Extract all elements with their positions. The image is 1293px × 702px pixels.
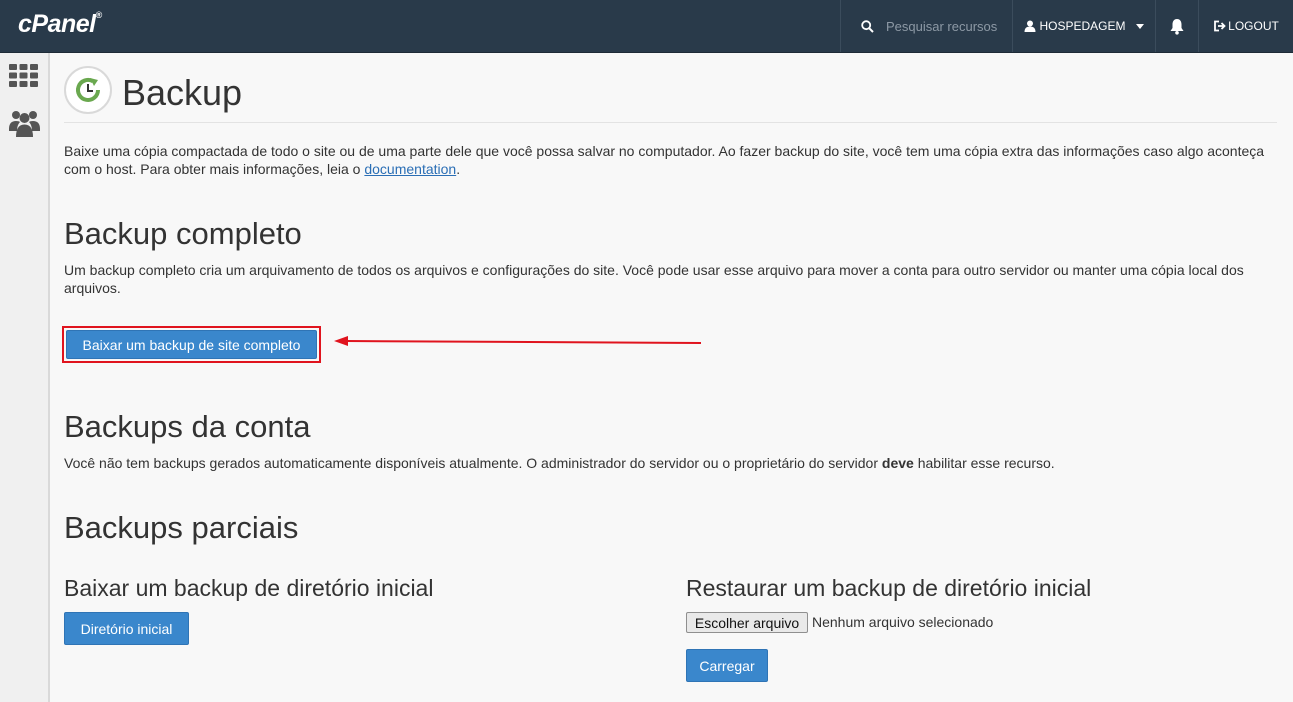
logout-label: LOGOUT bbox=[1228, 19, 1279, 33]
search-icon bbox=[861, 19, 874, 33]
page-title: Backup bbox=[122, 72, 243, 113]
restore-home-backup-title: Restaurar um backup de diretório inicial bbox=[686, 575, 1092, 601]
apps-grid-icon[interactable] bbox=[9, 64, 38, 87]
sidebar bbox=[0, 53, 50, 702]
cpanel-logo[interactable]: cPanel® bbox=[18, 10, 102, 39]
download-home-backup-title: Baixar um backup de diretório inicial bbox=[64, 575, 434, 601]
backup-icon bbox=[64, 66, 112, 114]
search-input[interactable]: Pesquisar recursos bbox=[886, 19, 997, 34]
partial-backups-title: Backups parciais bbox=[64, 510, 299, 545]
user-menu[interactable]: HOSPEDAGEM bbox=[1012, 0, 1155, 52]
no-file-selected-text: Nenhum arquivo selecionado bbox=[812, 614, 994, 630]
download-full-backup-button[interactable]: Baixar um backup de site completo bbox=[66, 330, 317, 359]
full-backup-title: Backup completo bbox=[64, 216, 302, 251]
annotation-arrow bbox=[334, 336, 702, 346]
users-icon[interactable] bbox=[9, 109, 40, 137]
user-label: HOSPEDAGEM bbox=[1039, 19, 1126, 33]
home-directory-button[interactable]: Diretório inicial bbox=[64, 612, 189, 645]
search-box[interactable]: Pesquisar recursos bbox=[840, 0, 1012, 52]
choose-file-button[interactable]: Escolher arquivo bbox=[686, 612, 808, 633]
logout-icon bbox=[1214, 20, 1226, 32]
bell-icon bbox=[1170, 18, 1184, 35]
page-header: Backup bbox=[64, 62, 1277, 123]
logout-button[interactable]: LOGOUT bbox=[1198, 0, 1293, 52]
user-icon bbox=[1024, 20, 1036, 32]
full-backup-description: Um backup completo cria um arquivamento … bbox=[64, 262, 1244, 296]
notifications-button[interactable] bbox=[1155, 0, 1198, 52]
upload-button[interactable]: Carregar bbox=[686, 649, 768, 682]
documentation-link[interactable]: documentation bbox=[364, 161, 456, 177]
chevron-down-icon bbox=[1135, 23, 1144, 29]
top-navbar: cPanel® Pesquisar recursos HOSPEDAGEM LO… bbox=[0, 0, 1293, 53]
account-backups-description: Você não tem backups gerados automaticam… bbox=[64, 455, 1055, 471]
account-backups-title: Backups da conta bbox=[64, 409, 311, 444]
intro-text: Baixe uma cópia compactada de todo o sit… bbox=[64, 143, 1265, 177]
